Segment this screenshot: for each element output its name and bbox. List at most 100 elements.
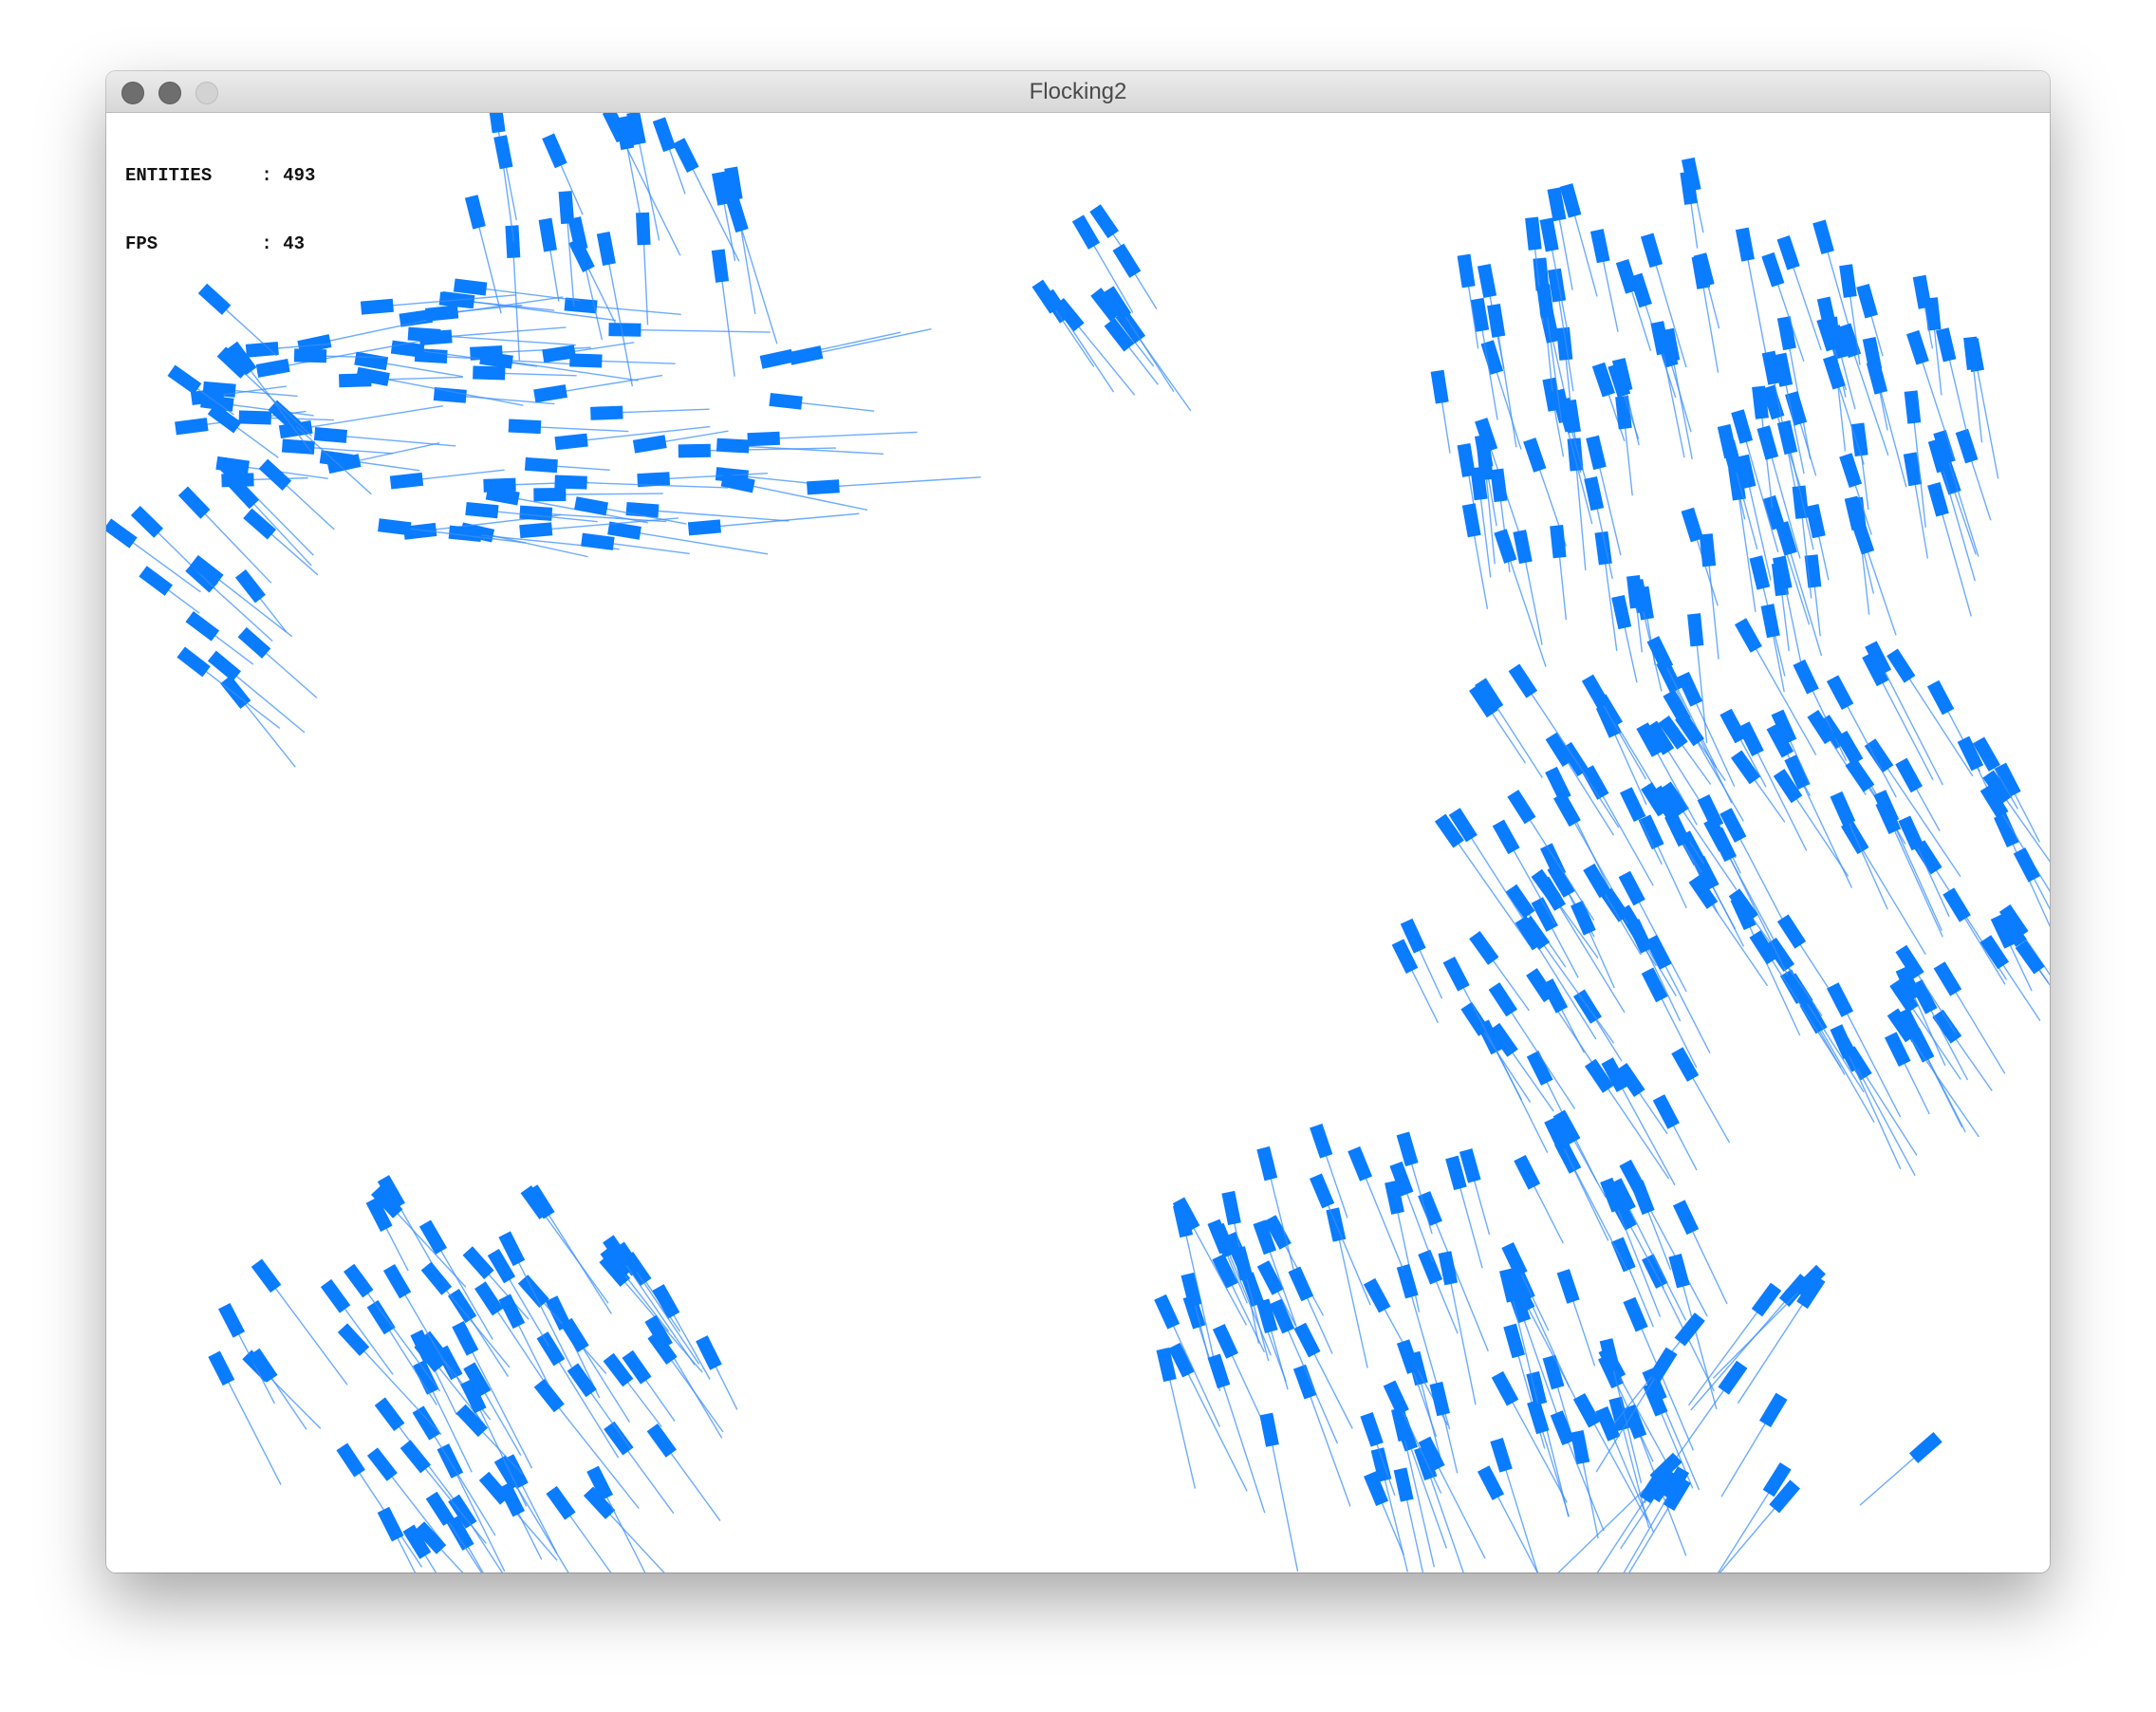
boid bbox=[1849, 496, 1870, 615]
boid-body bbox=[1490, 468, 1508, 503]
boid bbox=[402, 1524, 437, 1572]
boid-body bbox=[378, 518, 412, 536]
boid bbox=[769, 392, 875, 412]
boid-body bbox=[1760, 604, 1780, 639]
boid-trail bbox=[1737, 1291, 1812, 1405]
boid-trail bbox=[1304, 1381, 1351, 1507]
boid bbox=[1886, 1008, 1979, 1138]
boid-body bbox=[1687, 613, 1704, 647]
boid-body bbox=[1396, 1131, 1419, 1167]
boid bbox=[227, 475, 312, 567]
boid bbox=[546, 1485, 612, 1572]
boid-body bbox=[1570, 1430, 1590, 1465]
boid-body bbox=[1383, 1380, 1409, 1416]
boid-trail bbox=[1797, 990, 1865, 1093]
window-title: Flocking2 bbox=[1029, 79, 1127, 104]
boid-body bbox=[590, 405, 623, 420]
title-bar[interactable]: Flocking2 bbox=[106, 71, 2050, 113]
boid-body bbox=[1360, 1411, 1384, 1447]
boid-trail bbox=[1849, 1054, 1916, 1177]
boid bbox=[1540, 978, 1585, 1053]
boid bbox=[807, 476, 981, 495]
boid-body bbox=[1864, 738, 1894, 773]
boid-body bbox=[1620, 787, 1646, 823]
boid-body bbox=[465, 501, 499, 519]
boid-body bbox=[1776, 914, 1807, 949]
boid-body bbox=[1759, 1392, 1788, 1428]
boid-body bbox=[245, 341, 279, 358]
boid-trail bbox=[534, 1201, 609, 1304]
app-window: Flocking2 ENTITIES : 493 FPS : 43 bbox=[106, 71, 2050, 1572]
boid bbox=[1955, 428, 1992, 521]
boid-body bbox=[1256, 1260, 1284, 1295]
boid-trail bbox=[1447, 1268, 1477, 1405]
boid bbox=[220, 675, 296, 768]
boid bbox=[1718, 1462, 1792, 1572]
boid-body bbox=[389, 472, 424, 490]
boid-body bbox=[1643, 1381, 1668, 1417]
boid-layer bbox=[106, 113, 2050, 1572]
boid bbox=[1773, 769, 1849, 877]
boid bbox=[603, 1235, 696, 1366]
boid-body bbox=[1487, 304, 1506, 338]
simulation-canvas[interactable]: ENTITIES : 493 FPS : 43 bbox=[106, 113, 2050, 1572]
entities-label: ENTITIES bbox=[125, 165, 213, 186]
boid-body bbox=[538, 217, 557, 252]
boid-trail bbox=[295, 404, 443, 431]
boid bbox=[218, 1302, 275, 1405]
boid bbox=[1731, 750, 1786, 823]
boid bbox=[711, 249, 735, 377]
boid-body bbox=[1942, 887, 1971, 922]
boid bbox=[1688, 874, 1769, 987]
boid bbox=[567, 216, 604, 341]
boid-body bbox=[1618, 870, 1645, 906]
boid-body bbox=[1640, 233, 1663, 269]
boid bbox=[1514, 1154, 1564, 1244]
boid-trail bbox=[1165, 1364, 1197, 1489]
boid-body bbox=[360, 298, 394, 315]
boid-body bbox=[1776, 234, 1800, 270]
boid-body bbox=[1895, 757, 1923, 793]
boid-body bbox=[177, 486, 211, 519]
boid-body bbox=[1154, 1293, 1180, 1330]
boid-body bbox=[1491, 1370, 1519, 1406]
boid bbox=[646, 1424, 721, 1521]
boid-body bbox=[1839, 453, 1863, 488]
boid-body bbox=[1826, 675, 1854, 710]
boid bbox=[1772, 555, 1805, 679]
boid bbox=[720, 473, 868, 512]
boid-body bbox=[1457, 443, 1476, 477]
boid-body bbox=[1926, 679, 1955, 716]
boid-trail bbox=[1876, 377, 1907, 488]
boid bbox=[538, 217, 560, 302]
boid bbox=[678, 443, 837, 458]
boid-body bbox=[1761, 251, 1785, 288]
boid bbox=[1168, 1342, 1248, 1492]
boid-trail bbox=[1456, 973, 1523, 1101]
boid-body bbox=[558, 191, 575, 225]
boid bbox=[608, 323, 771, 337]
boid-trail bbox=[330, 434, 456, 447]
boid-body bbox=[425, 305, 459, 322]
boid bbox=[1924, 297, 1942, 396]
boid-body bbox=[1539, 217, 1559, 252]
boid-body bbox=[508, 419, 542, 435]
boid-body bbox=[533, 1378, 565, 1413]
boid-body bbox=[1112, 243, 1142, 278]
boid-body bbox=[568, 237, 595, 272]
boid-body bbox=[1550, 1410, 1575, 1446]
boid-body bbox=[238, 410, 271, 425]
boid-trail bbox=[719, 266, 735, 377]
boid-body bbox=[218, 1302, 246, 1338]
boid-body bbox=[1776, 316, 1796, 351]
boid-body bbox=[1935, 327, 1957, 363]
boid-trail bbox=[1854, 836, 1926, 956]
boid-body bbox=[167, 364, 202, 395]
boid bbox=[533, 488, 663, 502]
boid-trail bbox=[1268, 1429, 1299, 1572]
boid-body bbox=[344, 1263, 374, 1298]
boid bbox=[1557, 1452, 1682, 1572]
boid-body bbox=[1527, 1399, 1550, 1435]
boid-body bbox=[2013, 847, 2040, 883]
boid bbox=[1886, 648, 1974, 777]
